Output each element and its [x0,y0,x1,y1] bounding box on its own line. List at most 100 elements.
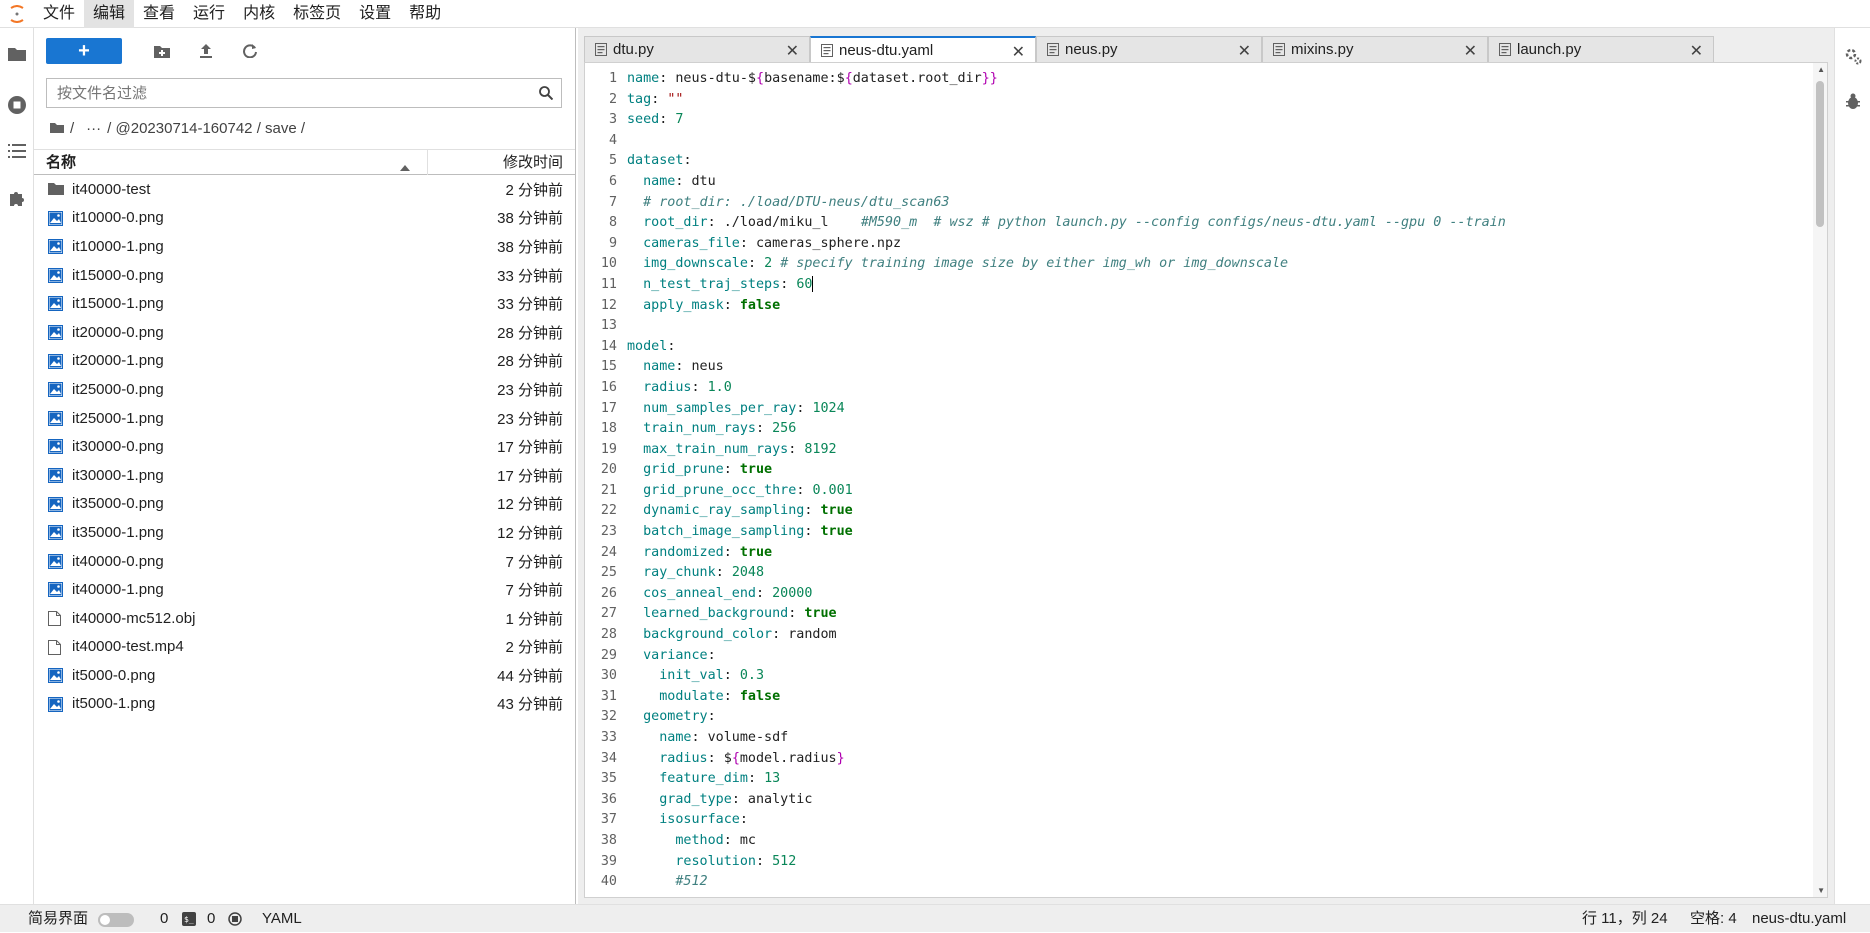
code-token: basename:$ [764,71,845,86]
code-token: cameras_file [643,235,740,251]
line-number: 23 [600,524,617,540]
code-token: model [627,338,668,354]
kernel-icon[interactable] [228,912,242,926]
menu-run[interactable]: 运行 [184,0,234,28]
editor-scrollbar[interactable]: ▲ ▼ [1813,63,1827,897]
editor-tab[interactable]: neus-dtu.yaml ✕ [810,36,1036,63]
file-row[interactable]: it25000-0.png 23 分钟前 [34,375,575,404]
file-type[interactable]: YAML [262,905,302,933]
code-token: : analytic [731,791,813,807]
menu-settings[interactable]: 设置 [350,0,400,28]
refresh-icon[interactable] [228,38,272,64]
toc-icon[interactable] [5,139,29,163]
code-text: randomized: true [627,543,772,564]
file-row[interactable]: it15000-0.png 33 分钟前 [34,261,575,290]
file-row[interactable]: it20000-1.png 28 分钟前 [34,347,575,376]
sort-ascending-icon[interactable] [400,158,410,175]
file-row[interactable]: it5000-0.png 44 分钟前 [34,661,575,690]
kernel-count[interactable]: 0 [160,905,168,933]
menu-help[interactable]: 帮助 [400,0,450,28]
line-number: 34 [600,750,617,766]
running-icon[interactable] [5,93,29,117]
file-row[interactable]: it10000-0.png 38 分钟前 [34,204,575,233]
file-name: it20000-1.png [72,352,164,370]
code-text: name: dtu [627,172,716,193]
jupyter-logo-icon[interactable] [0,0,34,28]
code-token: : [723,462,740,478]
editor-tab[interactable]: neus.py ✕ [1036,36,1262,62]
code-token: method [675,832,724,848]
editor-tab[interactable]: dtu.py ✕ [584,36,810,62]
cursor-position[interactable]: 行 11，列 24 [1582,905,1668,933]
simple-mode-toggle[interactable] [98,913,134,927]
code-token: : [723,688,740,704]
code-text: apply_mask: false [627,296,780,317]
file-row[interactable]: it40000-1.png 7 分钟前 [34,575,575,604]
column-name-header[interactable]: 名称 [46,150,428,175]
close-icon[interactable]: ✕ [1238,41,1251,61]
breadcrumb-home-icon[interactable] [50,120,64,137]
indent-setting[interactable]: 空格: 4 [1690,905,1737,933]
file-row[interactable]: it40000-test 2 分钟前 [34,175,575,204]
code-text: dataset: [627,151,692,172]
status-bar: 简易界面 0 $_ 0 YAML 行 11，列 24 空格: 4 neus-dt… [0,904,1870,932]
code-editor[interactable]: 1 name: neus-dtu-${basename:${dataset.roo… [584,62,1828,898]
file-row[interactable]: it30000-1.png 17 分钟前 [34,461,575,490]
code-line: 34 radius: ${model.radius} [585,749,1811,770]
code-token: grid_prune [643,462,724,478]
folder-icon[interactable] [5,42,29,66]
extension-icon[interactable] [5,186,29,210]
terminal-icon[interactable]: $_ [182,912,196,926]
file-row[interactable]: it40000-0.png 7 分钟前 [34,547,575,576]
breadcrumb-ellipsis[interactable]: ··· [86,120,101,137]
file-row[interactable]: it15000-1.png 33 分钟前 [34,289,575,318]
file-row[interactable]: it30000-0.png 17 分钟前 [34,432,575,461]
new-folder-icon[interactable] [140,38,184,64]
code-content[interactable]: 1 name: neus-dtu-${basename:${dataset.roo… [585,69,1811,893]
file-row[interactable]: it40000-test.mp4 2 分钟前 [34,633,575,662]
file-row[interactable]: it10000-1.png 38 分钟前 [34,232,575,261]
search-icon[interactable] [531,79,561,107]
menu-kernel[interactable]: 内核 [234,0,284,28]
close-icon[interactable]: ✕ [1012,42,1025,62]
line-number: 7 [608,194,617,210]
upload-icon[interactable] [184,38,228,64]
menu-tabs[interactable]: 标签页 [284,0,350,28]
debugger-icon[interactable] [1843,92,1863,112]
close-icon[interactable]: ✕ [1690,41,1703,61]
file-row[interactable]: it40000-mc512.obj 1 分钟前 [34,604,575,633]
breadcrumb-root[interactable]: / [70,120,74,137]
code-line: 16 radius: 1.0 [585,378,1811,399]
code-line: 37 isosurface: [585,810,1811,831]
file-row[interactable]: it20000-0.png 28 分钟前 [34,318,575,347]
menu-edit[interactable]: 编辑 [84,0,135,28]
breadcrumb-path[interactable]: / @20230714-160742 / save / [107,120,305,137]
file-row[interactable]: it25000-1.png 23 分钟前 [34,404,575,433]
terminal-count[interactable]: 0 [207,905,215,933]
line-number: 28 [600,627,617,643]
file-row[interactable]: it5000-1.png 43 分钟前 [34,690,575,719]
image-file-icon [48,439,64,455]
file-row[interactable]: it35000-0.png 12 分钟前 [34,490,575,519]
file-row[interactable]: it35000-1.png 12 分钟前 [34,518,575,547]
close-icon[interactable]: ✕ [1464,41,1477,61]
file-modified-time: 17 分钟前 [497,439,563,457]
close-icon[interactable]: ✕ [786,41,799,61]
scrollbar-thumb[interactable] [1816,81,1824,227]
editor-tab[interactable]: launch.py ✕ [1488,36,1714,62]
menu-file[interactable]: 文件 [34,0,84,28]
scroll-down-icon[interactable]: ▼ [1817,886,1825,895]
code-line: 20 grid_prune: true [585,460,1811,481]
scroll-up-icon[interactable]: ▲ [1817,65,1825,74]
tab-label: neus-dtu.yaml [839,42,934,59]
editor-tab[interactable]: mixins.py ✕ [1262,36,1488,62]
new-launcher-button[interactable]: + [46,38,122,64]
code-text: grad_type: analytic [627,790,812,811]
file-modified-time: 33 分钟前 [497,296,563,314]
code-token: geometry [643,709,708,725]
property-inspector-icon[interactable] [1843,46,1863,66]
column-modified-header[interactable]: 修改时间 [503,150,563,175]
file-filter-input[interactable] [47,79,531,107]
menu-view[interactable]: 查看 [134,0,184,28]
